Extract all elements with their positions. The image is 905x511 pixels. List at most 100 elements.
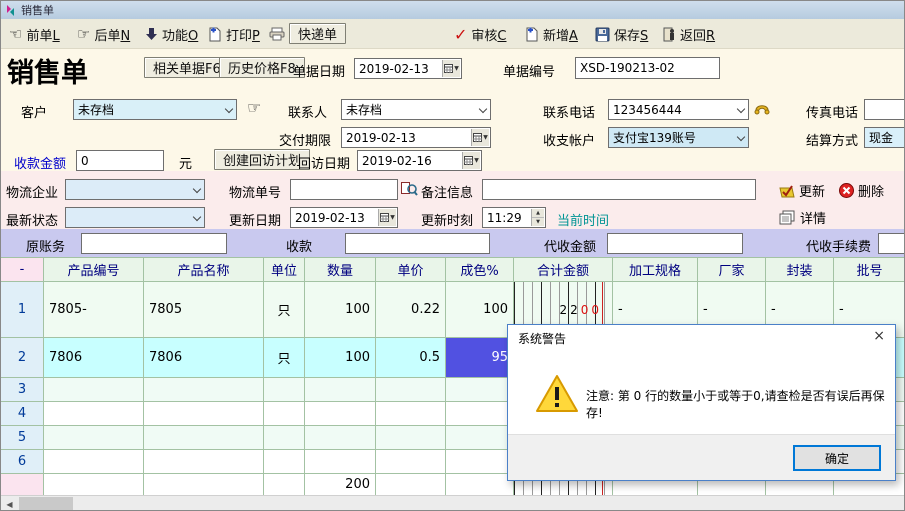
waybill-no-input[interactable]: [290, 179, 398, 200]
table-cell[interactable]: [44, 450, 144, 474]
visit-date-input[interactable]: 2019-02-16 ▼: [357, 150, 482, 171]
row-number[interactable]: 4: [1, 402, 44, 426]
time-spinner[interactable]: ▲ ▼: [531, 209, 544, 226]
table-cell[interactable]: [446, 378, 514, 402]
calendar-icon[interactable]: ▼: [471, 129, 489, 146]
column-header[interactable]: 批号: [834, 258, 905, 282]
deliver-date-input[interactable]: 2019-02-13 ▼: [341, 127, 491, 148]
table-cell[interactable]: [305, 402, 376, 426]
table-cell[interactable]: [305, 426, 376, 450]
table-cell[interactable]: 7805: [144, 282, 264, 338]
row-number[interactable]: 2: [1, 338, 44, 378]
table-cell[interactable]: [376, 450, 446, 474]
column-header[interactable]: 单位: [264, 258, 305, 282]
account-combo[interactable]: 支付宝139账号: [608, 127, 749, 148]
update-date-input[interactable]: 2019-02-13 ▼: [290, 207, 398, 228]
table-cell[interactable]: 7805-: [44, 282, 144, 338]
column-header[interactable]: 合计金额: [514, 258, 613, 282]
table-cell[interactable]: 0.5: [376, 338, 446, 378]
calendar-icon[interactable]: ▼: [442, 60, 460, 77]
scrollbar-thumb[interactable]: [19, 497, 73, 511]
orig-account-input[interactable]: [81, 233, 227, 254]
update-time-stepper[interactable]: 11:29 ▲ ▼: [482, 207, 546, 228]
table-cell[interactable]: [144, 426, 264, 450]
table-cell[interactable]: [446, 450, 514, 474]
column-header[interactable]: 成色%: [446, 258, 514, 282]
contact-combo[interactable]: 未存档: [341, 99, 491, 120]
table-cell[interactable]: 7806: [44, 338, 144, 378]
ok-button[interactable]: 确定: [793, 445, 881, 471]
print-button[interactable]: 打印P: [208, 23, 286, 45]
customer-combo[interactable]: 未存档: [73, 99, 237, 120]
table-cell[interactable]: [264, 450, 305, 474]
settle-method-input[interactable]: 现金: [864, 127, 905, 148]
logistics-company-combo[interactable]: [65, 179, 205, 200]
pick-customer-hand-icon[interactable]: ☞: [247, 100, 261, 116]
save-button[interactable]: 保存S: [595, 23, 648, 45]
column-header[interactable]: -: [1, 258, 44, 282]
prev-order-button[interactable]: ☜ 前单L: [9, 23, 60, 45]
doc-date-input[interactable]: 2019-02-13 ▼: [354, 58, 462, 79]
column-header[interactable]: 加工规格: [613, 258, 698, 282]
table-cell[interactable]: [144, 402, 264, 426]
detail-button[interactable]: 详情: [779, 208, 826, 227]
create-visit-plan-button[interactable]: 创建回访计划: [214, 149, 310, 170]
calendar-icon[interactable]: ▼: [378, 209, 396, 226]
table-cell[interactable]: [44, 426, 144, 450]
close-icon[interactable]: ×: [873, 328, 885, 344]
latest-status-combo[interactable]: [65, 207, 205, 228]
table-cell[interactable]: 只: [264, 282, 305, 338]
agent-fee-input[interactable]: [878, 233, 905, 254]
column-header[interactable]: 数量: [305, 258, 376, 282]
note-input[interactable]: [482, 179, 756, 200]
column-header[interactable]: 产品名称: [144, 258, 264, 282]
table-cell[interactable]: [264, 378, 305, 402]
column-header[interactable]: 产品编号: [44, 258, 144, 282]
add-new-button[interactable]: 新增A: [525, 23, 578, 45]
table-cell[interactable]: [376, 426, 446, 450]
history-price-button[interactable]: 历史价格F8: [219, 57, 305, 78]
scroll-left-icon[interactable]: ◀: [1, 496, 18, 511]
table-cell[interactable]: [446, 426, 514, 450]
update-logistics-button[interactable]: 更新: [779, 181, 825, 200]
table-cell[interactable]: 7806: [144, 338, 264, 378]
row-number[interactable]: 6: [1, 450, 44, 474]
current-time-link[interactable]: 当前时间: [557, 210, 609, 229]
table-cell[interactable]: [144, 378, 264, 402]
agent-amount-input[interactable]: [607, 233, 743, 254]
row-number[interactable]: 1: [1, 282, 44, 338]
audit-button[interactable]: ✓ 审核C: [454, 23, 507, 45]
table-cell[interactable]: [44, 402, 144, 426]
table-cell[interactable]: [264, 426, 305, 450]
table-cell[interactable]: 只: [264, 338, 305, 378]
selected-cell[interactable]: 95: [446, 338, 514, 378]
table-cell[interactable]: [376, 402, 446, 426]
table-cell[interactable]: [305, 450, 376, 474]
table-cell[interactable]: [144, 450, 264, 474]
table-cell[interactable]: [44, 378, 144, 402]
row-number[interactable]: 3: [1, 378, 44, 402]
column-header[interactable]: 封装: [766, 258, 834, 282]
fax-input[interactable]: [864, 99, 905, 120]
related-docs-button[interactable]: 相关单据F6: [144, 57, 230, 78]
table-cell[interactable]: 100: [305, 338, 376, 378]
table-cell[interactable]: [446, 402, 514, 426]
table-cell[interactable]: 0.22: [376, 282, 446, 338]
doc-no-input[interactable]: XSD-190213-02: [575, 57, 720, 79]
return-button[interactable]: 返回R: [663, 23, 715, 45]
dial-phone-icon[interactable]: [753, 98, 773, 116]
table-cell[interactable]: 100: [305, 282, 376, 338]
table-cell[interactable]: [305, 378, 376, 402]
table-cell[interactable]: [264, 402, 305, 426]
delete-logistics-button[interactable]: 删除: [839, 181, 884, 200]
waybill-search-icon[interactable]: [400, 180, 418, 197]
column-header[interactable]: 单价: [376, 258, 446, 282]
functions-button[interactable]: 功能O: [145, 23, 198, 45]
express-sheet-button[interactable]: 快递单: [289, 23, 346, 44]
received-amount-input[interactable]: 0: [76, 150, 164, 171]
column-header[interactable]: 厂家: [698, 258, 766, 282]
next-order-button[interactable]: ☞ 后单N: [77, 23, 130, 45]
received-amount-label[interactable]: 收款金额: [14, 153, 66, 172]
calendar-icon[interactable]: ▼: [462, 152, 480, 169]
table-cell[interactable]: [376, 378, 446, 402]
